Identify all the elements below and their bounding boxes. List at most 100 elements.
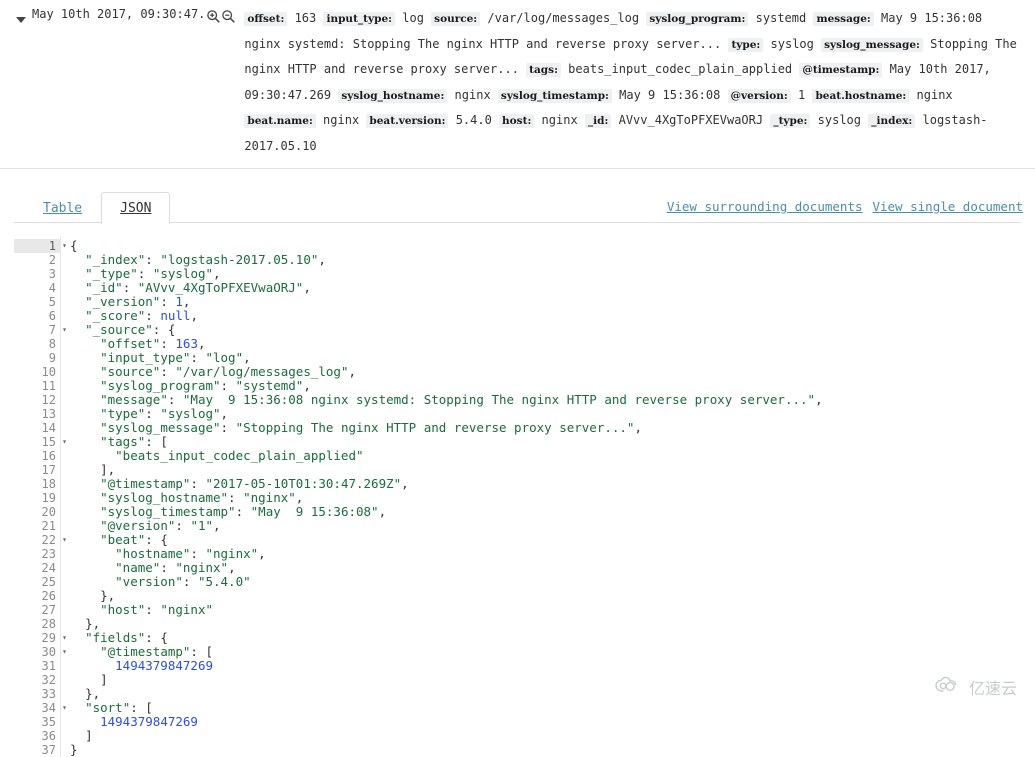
code-token-key: "_score" (85, 308, 146, 323)
line-number: 3 (48, 267, 56, 281)
fold-toggle-icon[interactable]: ▾ (60, 701, 69, 715)
fold-toggle-icon[interactable]: ▾ (60, 533, 69, 547)
field-value: syslog (810, 113, 869, 127)
line-number: 34 ▾ (14, 701, 67, 715)
line-number: 33 (41, 687, 56, 701)
line-number: 15 ▾ (14, 435, 67, 449)
line-number: 23 (41, 547, 56, 561)
line-number: 2 (48, 253, 56, 267)
code-line: "offset": 163, (70, 337, 1021, 351)
code-token-str: "nginx" (205, 546, 259, 561)
field-key: host: (499, 114, 535, 128)
code-token-str: "beats_input_codec_plain_applied" (115, 448, 364, 463)
code-token-key: "host" (100, 602, 146, 617)
field-value: systemd (748, 11, 814, 25)
fold-toggle-icon[interactable]: ▾ (60, 323, 69, 337)
field-key: _index: (868, 114, 916, 128)
magnifier-plus-icon[interactable] (206, 9, 221, 24)
code-token-key: "name" (115, 560, 161, 575)
code-line: "sort": [ (70, 701, 1021, 715)
code-token-key: "source" (100, 364, 161, 379)
code-token-pun: : { (145, 630, 168, 645)
code-line: ] (70, 729, 1021, 743)
line-number: 36 (41, 729, 56, 743)
line-number: 35 (41, 715, 56, 729)
tab-json[interactable]: JSON (101, 191, 171, 224)
code-token-str: "May 9 15:36:08" (250, 504, 379, 519)
caret-down-icon[interactable] (16, 17, 26, 23)
fold-toggle-icon[interactable]: ▾ (60, 239, 69, 253)
line-number: 37 (41, 743, 56, 757)
field-value: beats_input_codec_plain_applied (560, 62, 800, 76)
code-line: "tags": [ (70, 435, 1021, 449)
field-value: 163 (287, 11, 324, 25)
line-number: 7 ▾ (14, 323, 67, 337)
view-surrounding-documents-link[interactable]: View surrounding documents (667, 199, 863, 214)
code-token-pun: , (295, 490, 304, 505)
document-summary-fields: offset: 163 input_type: log source: /var… (236, 6, 1025, 158)
code-line: "beats_input_codec_plain_applied" (70, 449, 1021, 463)
fold-toggle-icon[interactable]: ▾ (60, 435, 69, 449)
expand-toggle-cell (10, 6, 32, 28)
code-token-pun: : (235, 504, 251, 519)
code-token-pun: : (220, 420, 236, 435)
code-token-key: "type" (100, 406, 146, 421)
code-line: "_source": { (70, 323, 1021, 337)
field-key: tags: (526, 63, 561, 77)
code-token-pun: : (190, 476, 206, 491)
code-token-str: "nginx" (160, 602, 214, 617)
line-number: 6 (48, 309, 56, 323)
field-value: log (395, 11, 432, 25)
code-token-pun: : (220, 378, 236, 393)
code-token-key: "beat" (100, 532, 146, 547)
code-token-str: "2017-05-10T01:30:47.269Z" (205, 476, 402, 491)
code-token-pun: : (228, 490, 244, 505)
line-number: 22 ▾ (14, 533, 67, 547)
code-token-pun: : { (145, 532, 168, 547)
code-token-key: "@version" (100, 518, 176, 533)
field-value: nginx (534, 113, 585, 127)
tab-table[interactable]: Table (24, 192, 101, 224)
code-token-str: "AVvv_4XgToPFXEVwaORJ" (137, 280, 304, 295)
json-code-viewer[interactable]: 1 ▾ 2 3 4 5 6 7 ▾ 8 9 10 11 12 13 14 15 ▾ 16 17 18 19 20 21 22 ▾ 2… (14, 237, 1021, 757)
field-key: type: (728, 37, 764, 52)
line-number: 14 (41, 421, 56, 435)
code-token-key: "fields" (85, 630, 146, 645)
code-line: "_version": 1, (70, 295, 1021, 309)
tab-table-label[interactable]: Table (43, 201, 82, 216)
code-token-pun: , (634, 420, 642, 435)
code-token-num: 1 (175, 294, 183, 309)
line-number: 18 (41, 477, 56, 491)
detail-tabs: Table JSON (24, 191, 171, 224)
detail-tabs-row: Table JSON View surrounding documents Vie… (0, 183, 1035, 224)
code-token-str: "1" (190, 518, 214, 533)
code-line: "name": "nginx", (70, 561, 1021, 575)
code-token-str: "May 9 15:36:08 nginx systemd: Stopping … (182, 392, 816, 407)
fold-toggle-icon[interactable]: ▾ (60, 631, 69, 645)
view-single-document-link[interactable]: View single document (872, 199, 1023, 214)
line-number: 12 (41, 393, 56, 407)
filter-magnifier-group (206, 9, 236, 24)
magnifier-minus-icon[interactable] (221, 9, 236, 24)
fold-toggle-icon[interactable]: ▾ (60, 645, 69, 659)
field-value: AVvv_4XgToPFXEVwaORJ (611, 113, 771, 127)
code-line: "source": "/var/log/messages_log", (70, 365, 1021, 379)
code-token-pun: , (378, 504, 387, 519)
line-number: 1 ▾ (14, 239, 67, 253)
code-line: "syslog_hostname": "nginx", (70, 491, 1021, 505)
json-code-content[interactable]: { "_index": "logstash-2017.05.10", "_typ… (61, 237, 1021, 757)
tab-json-label[interactable]: JSON (120, 201, 151, 216)
